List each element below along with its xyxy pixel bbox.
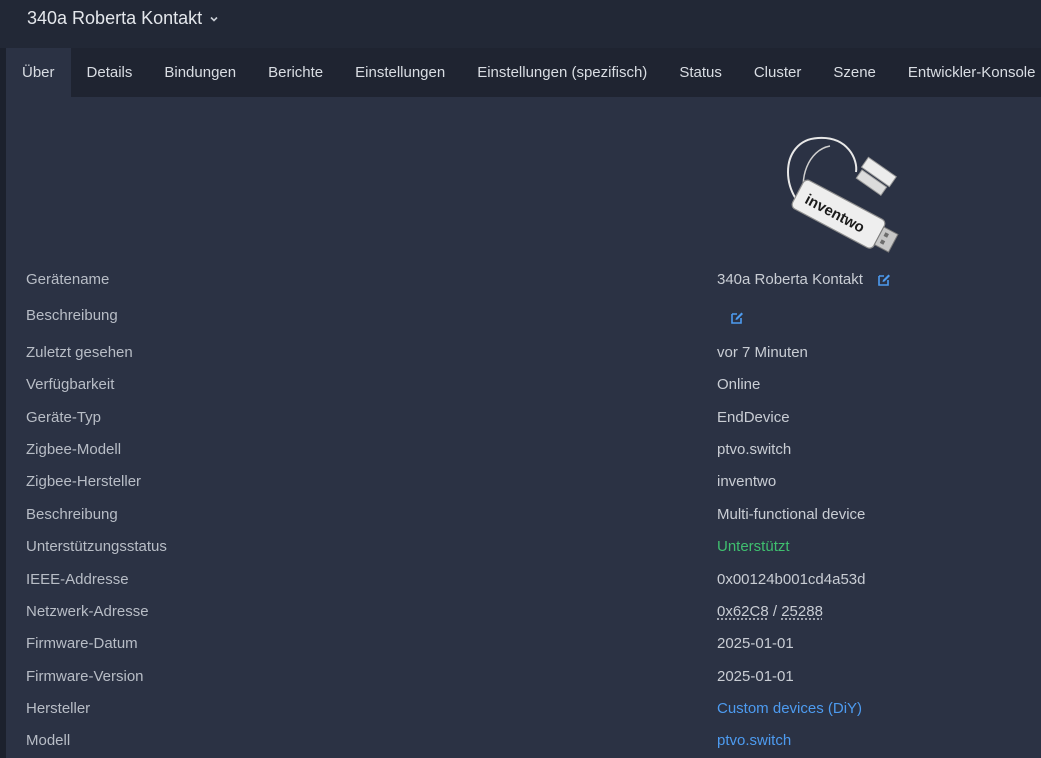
- value-firmware-date: 2025-01-01: [717, 635, 794, 652]
- value-zigbee-vendor: inventwo: [717, 473, 777, 490]
- link-model[interactable]: ptvo.switch: [717, 731, 791, 751]
- value-support-status: Unterstützt: [717, 538, 790, 555]
- label-last-seen: Zuletzt gesehen: [26, 344, 133, 361]
- network-address-hex: 0x62C8: [717, 603, 769, 620]
- label-support-status: Unterstützungsstatus: [26, 538, 167, 555]
- label-zigbee-vendor: Zigbee-Hersteller: [26, 473, 142, 490]
- tab-scene[interactable]: Szene: [817, 48, 892, 97]
- value-network-address: 0x62C8 / 25288: [717, 602, 823, 622]
- value-firmware-version: 2025-01-01: [717, 668, 794, 685]
- edit-icon[interactable]: [730, 311, 744, 325]
- device-name-text: 340a Roberta Kontakt: [717, 271, 863, 288]
- network-address-separator: /: [768, 603, 782, 620]
- label-device-type: Geräte-Typ: [26, 409, 102, 426]
- tab-details[interactable]: Details: [71, 48, 149, 97]
- top-bar: 340a Roberta Kontakt: [0, 0, 1041, 48]
- device-image: inventwo: [787, 136, 899, 253]
- label-firmware-version: Firmware-Version: [26, 668, 144, 685]
- value-description-edit: [730, 308, 744, 328]
- chevron-down-icon: [210, 16, 218, 22]
- value-ieee-address: 0x00124b001cd4a53d: [717, 571, 866, 588]
- device-title-dropdown[interactable]: 340a Roberta Kontakt: [27, 8, 219, 29]
- tab-reports[interactable]: Berichte: [252, 48, 339, 97]
- value-zigbee-model: ptvo.switch: [717, 441, 792, 458]
- value-last-seen: vor 7 Minuten: [717, 344, 808, 361]
- tab-state[interactable]: Status: [663, 48, 738, 97]
- label-description-edit: Beschreibung: [26, 307, 118, 324]
- label-firmware-date: Firmware-Datum: [26, 635, 138, 652]
- link-manufacturer[interactable]: Custom devices (DiY): [717, 699, 862, 719]
- label-device-name: Gerätename: [26, 271, 110, 288]
- edit-icon[interactable]: [877, 273, 891, 287]
- value-description: Multi-functional device: [717, 506, 866, 523]
- label-description: Beschreibung: [26, 506, 118, 523]
- device-title-text: 340a Roberta Kontakt: [27, 8, 203, 28]
- label-ieee-address: IEEE-Addresse: [26, 571, 129, 588]
- value-device-type: EndDevice: [717, 409, 790, 426]
- label-manufacturer: Hersteller: [26, 700, 91, 717]
- label-network-address: Netzwerk-Adresse: [26, 603, 149, 620]
- label-model: Modell: [26, 732, 71, 749]
- device-tabs: Über Details Bindungen Berichte Einstell…: [6, 48, 1041, 97]
- tab-about[interactable]: Über: [6, 48, 71, 97]
- network-address-dec: 25288: [781, 603, 823, 620]
- tab-settings-specific[interactable]: Einstellungen (spezifisch): [461, 48, 663, 97]
- label-availability: Verfügbarkeit: [26, 376, 115, 393]
- tab-dev-console[interactable]: Entwickler-Konsole: [892, 48, 1041, 97]
- tab-clusters[interactable]: Cluster: [738, 48, 818, 97]
- value-device-name: 340a Roberta Kontakt: [717, 270, 891, 290]
- tab-bindings[interactable]: Bindungen: [148, 48, 252, 97]
- tab-settings[interactable]: Einstellungen: [339, 48, 461, 97]
- label-zigbee-model: Zigbee-Modell: [26, 441, 122, 458]
- value-availability: Online: [717, 376, 761, 393]
